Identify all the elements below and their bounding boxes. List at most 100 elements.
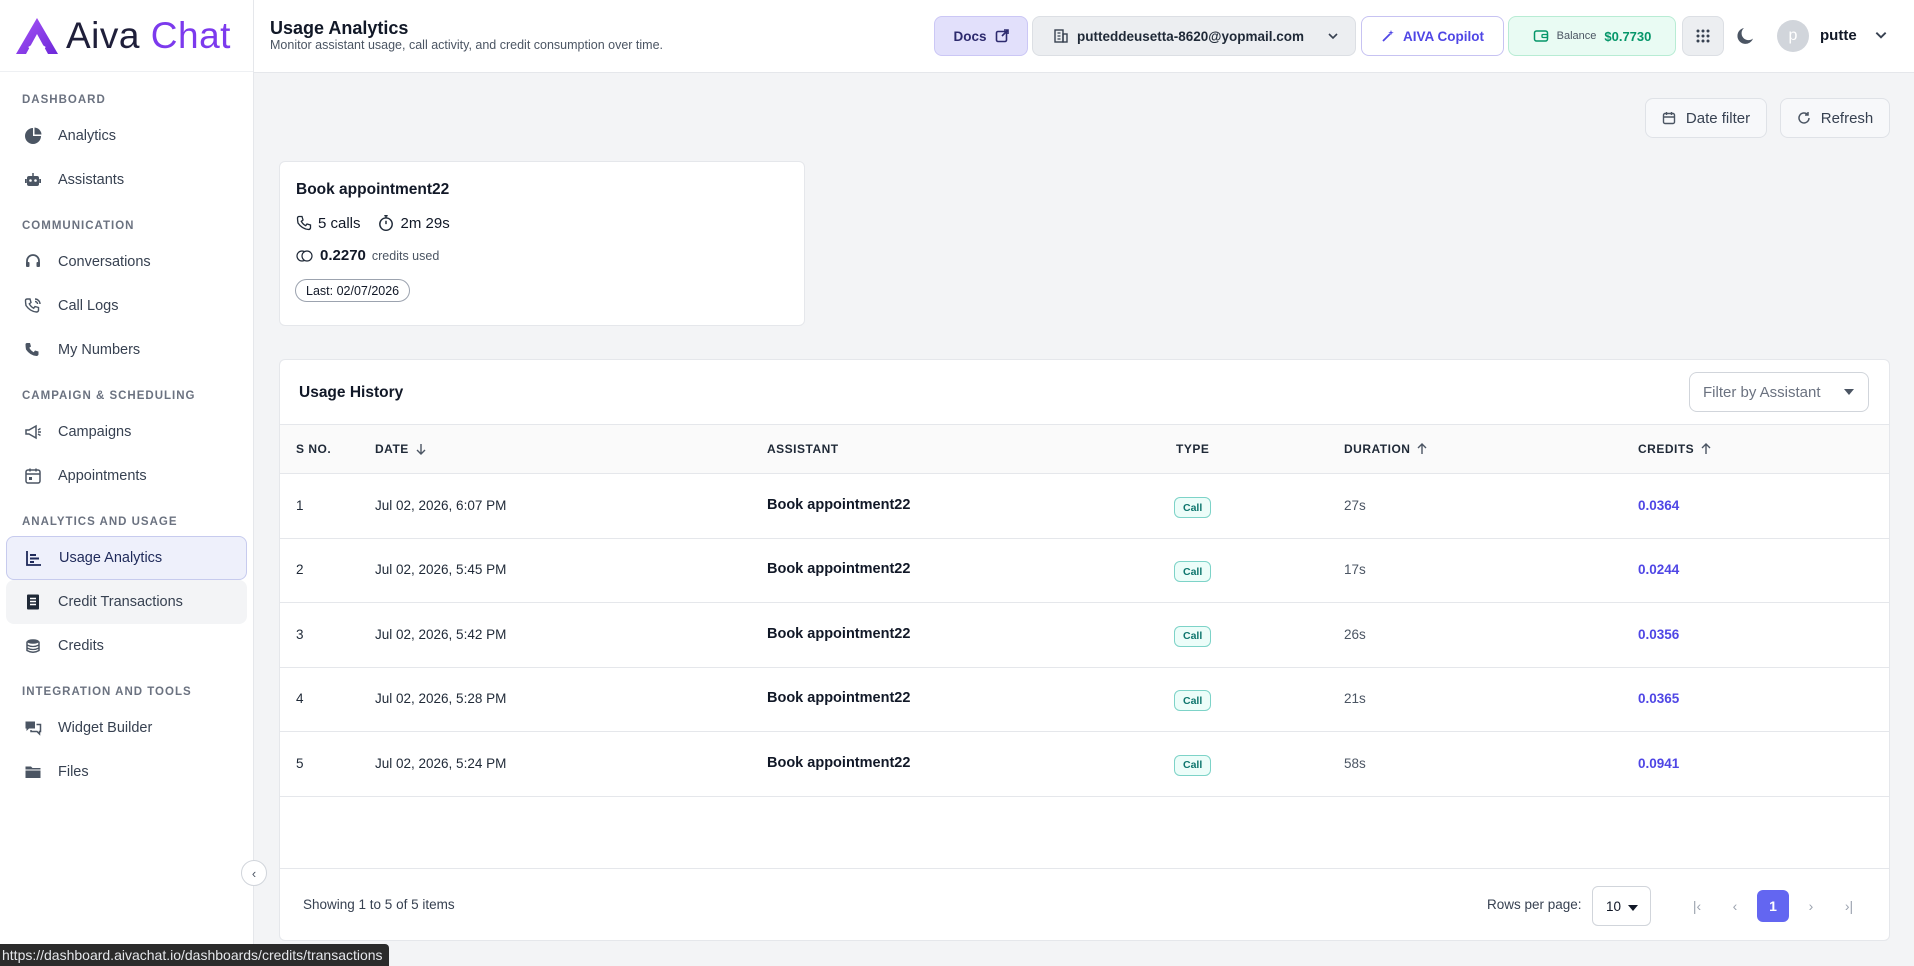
type-badge: Call xyxy=(1174,690,1212,712)
account-email: putteddeusetta-8620@yopmail.com xyxy=(1077,28,1304,44)
cell-date: Jul 02, 2026, 5:24 PM xyxy=(375,755,507,771)
chevron-down-icon xyxy=(1328,33,1338,40)
chevron-down-icon[interactable] xyxy=(1874,28,1888,42)
rows-per-page-label: Rows per page: xyxy=(1487,897,1582,912)
page-subtitle: Monitor assistant usage, call activity, … xyxy=(270,38,663,52)
column-duration[interactable]: DURATION xyxy=(1344,442,1428,456)
chat-bubbles-icon xyxy=(22,717,44,739)
usage-history-title: Usage History xyxy=(299,384,404,401)
coins-icon xyxy=(22,635,44,657)
last-page-button[interactable]: ›| xyxy=(1833,890,1865,922)
table-row[interactable]: 2 Jul 02, 2026, 5:45 PM Book appointment22… xyxy=(280,539,1889,604)
sidebar-item-label: Assistants xyxy=(58,172,125,188)
sidebar-section-title: DASHBOARD xyxy=(22,94,106,106)
cell-sno: 4 xyxy=(296,691,304,707)
table-footer: Showing 1 to 5 of 5 items Rows per page:… xyxy=(280,868,1889,940)
table-row[interactable]: 3 Jul 02, 2026, 5:42 PM Book appointment22… xyxy=(280,604,1889,668)
last-page-icon: ›| xyxy=(1844,898,1854,914)
type-badge: Call xyxy=(1174,561,1212,583)
rows-per-page-select[interactable]: 10 xyxy=(1592,886,1651,926)
sidebar-item-label: Usage Analytics xyxy=(59,550,163,566)
pie-chart-icon xyxy=(22,125,44,147)
copilot-label: AIVA Copilot xyxy=(1403,28,1484,44)
sidebar-item-files[interactable]: Files xyxy=(6,750,247,794)
aiva-copilot-button[interactable]: AIVA Copilot xyxy=(1361,16,1504,56)
column-date[interactable]: DATE xyxy=(375,442,427,456)
coins-icon xyxy=(296,249,313,262)
table-row[interactable]: 5 Jul 02, 2026, 5:24 PM Book appointment22… xyxy=(280,733,1889,797)
folder-icon xyxy=(22,761,44,783)
filter-by-assistant-select[interactable]: Filter by Assistant xyxy=(1689,372,1869,412)
table-row[interactable]: 1 Jul 02, 2026, 6:07 PM Book appointment22… xyxy=(280,475,1889,539)
cell-duration: 21s xyxy=(1344,691,1366,707)
phone-icon xyxy=(22,339,44,361)
brand-name: Aiva Chat xyxy=(66,14,231,56)
column-assistant: ASSISTANT xyxy=(767,442,839,456)
cell-date: Jul 02, 2026, 5:42 PM xyxy=(375,626,507,642)
docs-button[interactable]: Docs xyxy=(934,16,1028,56)
page-title: Usage Analytics xyxy=(270,18,409,38)
type-badge: Call xyxy=(1174,754,1212,776)
sidebar-item-credit-transactions[interactable]: Credit Transactions xyxy=(6,580,247,624)
sidebar-nav: DASHBOARD Analytics Assistants COMMUNICATIO… xyxy=(0,72,253,794)
cell-assistant: Book appointment22 xyxy=(767,561,911,578)
sidebar: Aiva Chat DASHBOARD Analytics Assistants CO… xyxy=(0,0,254,966)
balance-button[interactable]: Balance $0.7730 xyxy=(1508,16,1676,56)
arrow-down-icon xyxy=(416,444,426,455)
sidebar-item-assistants[interactable]: Assistants xyxy=(6,158,247,202)
page-button-current[interactable]: 1 xyxy=(1757,890,1789,922)
sidebar-item-call-logs[interactable]: Call Logs xyxy=(6,284,247,328)
sidebar-item-conversations[interactable]: Conversations xyxy=(6,240,247,284)
caret-down-icon xyxy=(1844,389,1854,395)
next-page-button[interactable]: › xyxy=(1795,890,1827,922)
column-credits[interactable]: CREDITS xyxy=(1638,442,1712,456)
previous-page-button[interactable]: ‹ xyxy=(1719,890,1751,922)
sidebar-section-title: INTEGRATION AND TOOLS xyxy=(22,686,192,698)
last-used-badge: Last: 02/07/2026 xyxy=(295,279,411,302)
sidebar-section-title: ANALYTICS AND USAGE xyxy=(22,516,178,528)
account-selector[interactable]: putteddeusetta-8620@yopmail.com xyxy=(1032,16,1356,56)
cell-credits: 0.0365 xyxy=(1638,691,1680,707)
sidebar-item-label: Analytics xyxy=(58,128,117,144)
apps-grid-button[interactable] xyxy=(1682,16,1724,56)
sidebar-item-label: Files xyxy=(58,764,89,780)
sidebar-section-title: CAMPAIGN & SCHEDULING xyxy=(22,390,196,402)
card-title: Book appointment22 xyxy=(296,181,450,198)
chevron-left-icon: ‹ xyxy=(251,865,257,881)
cell-credits: 0.0364 xyxy=(1638,498,1680,513)
refresh-button[interactable]: Refresh xyxy=(1780,98,1890,138)
balance-value: $0.7730 xyxy=(1604,28,1652,44)
collapse-sidebar-button[interactable]: ‹ xyxy=(241,860,267,886)
sidebar-item-label: Credit Transactions xyxy=(58,594,183,610)
balance-label: Balance xyxy=(1556,30,1597,42)
headset-icon xyxy=(22,251,44,273)
table-row[interactable]: 4 Jul 02, 2026, 5:28 PM Book appointment22… xyxy=(280,668,1889,733)
date-filter-button[interactable]: Date filter xyxy=(1645,98,1767,138)
brand-logo[interactable]: Aiva Chat xyxy=(0,0,253,72)
sidebar-item-analytics[interactable]: Analytics xyxy=(6,114,247,158)
sidebar-item-label: Appointments xyxy=(58,468,147,484)
date-filter-label: Date filter xyxy=(1685,109,1751,127)
sidebar-item-credits[interactable]: Credits xyxy=(6,624,247,668)
sidebar-item-campaigns[interactable]: Campaigns xyxy=(6,410,247,454)
avatar[interactable]: p xyxy=(1777,20,1809,52)
credits-used: 0.2270 credits used xyxy=(296,247,439,264)
sidebar-item-usage-analytics[interactable]: Usage Analytics xyxy=(6,536,247,580)
caret-down-icon xyxy=(1628,905,1638,911)
moon-icon[interactable] xyxy=(1734,24,1758,48)
sidebar-item-widget-builder[interactable]: Widget Builder xyxy=(6,706,247,750)
cell-sno: 2 xyxy=(296,562,304,578)
total-duration: 2m 29s xyxy=(400,214,450,232)
first-page-button[interactable]: |‹ xyxy=(1681,890,1713,922)
wallet-icon xyxy=(1533,30,1548,42)
sidebar-item-my-numbers[interactable]: My Numbers xyxy=(6,328,247,372)
credits-used-label: credits used xyxy=(371,248,440,263)
credits-used-value: 0.2270 xyxy=(320,247,366,264)
building-icon xyxy=(1054,29,1068,43)
username[interactable]: putte xyxy=(1820,27,1857,44)
chevron-left-icon: ‹ xyxy=(1732,898,1738,914)
cell-date: Jul 02, 2026, 5:45 PM xyxy=(375,562,507,578)
aiva-logo-icon xyxy=(16,17,58,54)
sidebar-item-appointments[interactable]: Appointments xyxy=(6,454,247,498)
sidebar-item-label: Credits xyxy=(58,638,104,654)
